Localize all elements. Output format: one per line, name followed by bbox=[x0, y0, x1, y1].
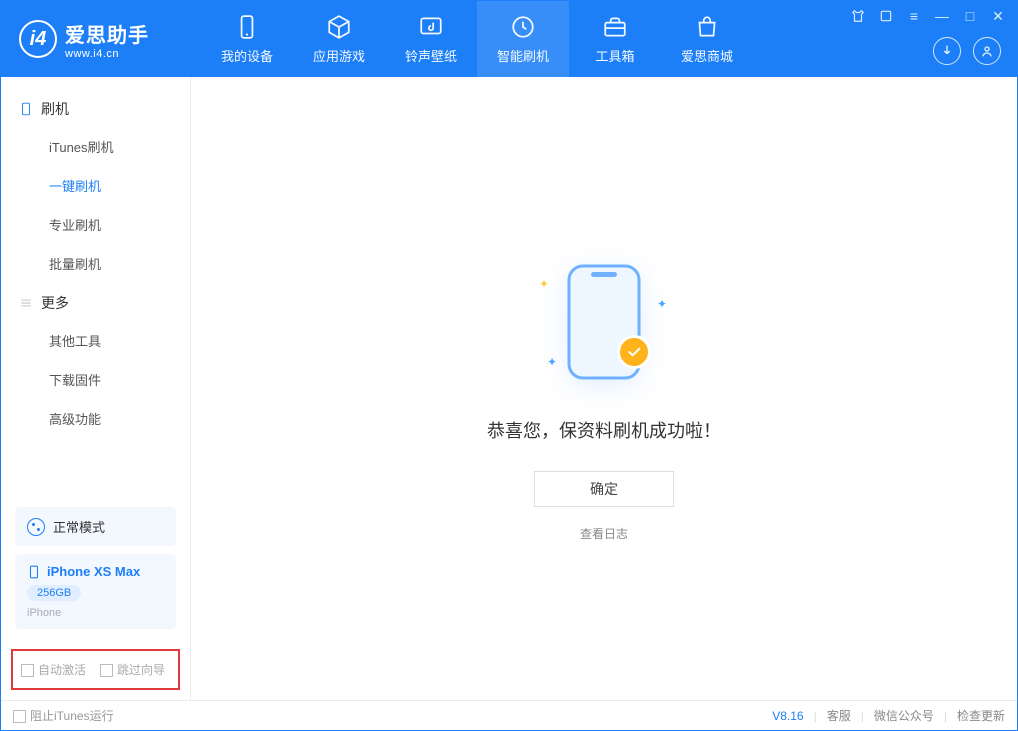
app-name: 爱思助手 bbox=[65, 19, 149, 48]
sparkle-icon: ✦ bbox=[539, 277, 549, 291]
sidebar: 刷机 iTunes刷机 一键刷机 专业刷机 批量刷机 更多 其他工具 下载固件 … bbox=[1, 77, 191, 700]
success-illustration: ✦ ✦ ✦ bbox=[549, 257, 659, 387]
nav-label: 铃声壁纸 bbox=[405, 46, 457, 65]
device-icon bbox=[234, 14, 260, 40]
phone-icon bbox=[27, 565, 41, 579]
sidebar-item-other-tools[interactable]: 其他工具 bbox=[1, 321, 190, 360]
block-itunes-checkbox[interactable]: 阻止iTunes运行 bbox=[13, 707, 114, 724]
phone-outline-icon bbox=[19, 102, 33, 116]
sidebar-item-batch-flash[interactable]: 批量刷机 bbox=[1, 244, 190, 283]
nav-ringtones-wallpapers[interactable]: 铃声壁纸 bbox=[385, 1, 477, 77]
device-type: iPhone bbox=[27, 607, 164, 619]
sidebar-item-download-firmware[interactable]: 下载固件 bbox=[1, 360, 190, 399]
ok-button[interactable]: 确定 bbox=[534, 471, 674, 507]
sidebar-section-flash: 刷机 bbox=[1, 89, 190, 127]
app-url: www.i4.cn bbox=[65, 48, 149, 60]
sparkle-icon: ✦ bbox=[547, 355, 557, 369]
main-nav: 我的设备 应用游戏 铃声壁纸 智能刷机 工具箱 爱思商城 bbox=[201, 1, 753, 77]
cube-icon bbox=[326, 14, 352, 40]
view-log-link[interactable]: 查看日志 bbox=[580, 525, 628, 542]
auto-activate-checkbox[interactable]: 自动激活 bbox=[21, 661, 86, 678]
skin-icon[interactable] bbox=[849, 7, 867, 25]
nav-label: 爱思商城 bbox=[681, 46, 733, 65]
music-note-icon bbox=[418, 14, 444, 40]
section-label: 刷机 bbox=[41, 99, 69, 119]
section-label: 更多 bbox=[41, 293, 69, 313]
nav-label: 智能刷机 bbox=[497, 46, 549, 65]
menu-icon[interactable]: ≡ bbox=[905, 7, 923, 25]
sidebar-item-advanced[interactable]: 高级功能 bbox=[1, 399, 190, 438]
feedback-icon[interactable] bbox=[877, 7, 895, 25]
sidebar-item-pro-flash[interactable]: 专业刷机 bbox=[1, 205, 190, 244]
mode-label: 正常模式 bbox=[53, 517, 105, 536]
maximize-button[interactable]: □ bbox=[961, 7, 979, 25]
nav-my-device[interactable]: 我的设备 bbox=[201, 1, 293, 77]
toolbox-icon bbox=[602, 14, 628, 40]
close-button[interactable]: ✕ bbox=[989, 7, 1007, 25]
mode-icon bbox=[27, 518, 45, 536]
logo-icon: i4 bbox=[19, 20, 57, 58]
nav-store[interactable]: 爱思商城 bbox=[661, 1, 753, 77]
check-update-link[interactable]: 检查更新 bbox=[957, 707, 1005, 724]
header: i4 爱思助手 www.i4.cn 我的设备 应用游戏 铃声壁纸 智能刷机 工具… bbox=[1, 1, 1017, 77]
version-label: V8.16 bbox=[772, 709, 803, 723]
user-button[interactable] bbox=[973, 37, 1001, 65]
check-badge-icon bbox=[617, 335, 651, 369]
minimize-button[interactable]: — bbox=[933, 7, 951, 25]
footer: 阻止iTunes运行 V8.16 | 客服 | 微信公众号 | 检查更新 bbox=[1, 700, 1017, 730]
device-info-card[interactable]: iPhone XS Max 256GB iPhone bbox=[15, 554, 176, 629]
main-content: ✦ ✦ ✦ 恭喜您，保资料刷机成功啦！ 确定 查看日志 bbox=[191, 77, 1017, 700]
window-controls: ≡ — □ ✕ bbox=[849, 7, 1007, 25]
refresh-icon bbox=[510, 14, 536, 40]
highlighted-checkbox-area: 自动激活 跳过向导 bbox=[11, 649, 180, 690]
device-name: iPhone XS Max bbox=[47, 564, 140, 579]
sidebar-item-itunes-flash[interactable]: iTunes刷机 bbox=[1, 127, 190, 166]
more-icon bbox=[19, 296, 33, 310]
download-button[interactable] bbox=[933, 37, 961, 65]
sparkle-icon: ✦ bbox=[657, 297, 667, 311]
device-mode-card[interactable]: 正常模式 bbox=[15, 507, 176, 546]
nav-label: 工具箱 bbox=[595, 46, 634, 65]
nav-toolbox[interactable]: 工具箱 bbox=[569, 1, 661, 77]
device-capacity: 256GB bbox=[27, 585, 81, 601]
nav-apps-games[interactable]: 应用游戏 bbox=[293, 1, 385, 77]
sidebar-item-one-click-flash[interactable]: 一键刷机 bbox=[1, 166, 190, 205]
support-link[interactable]: 客服 bbox=[827, 707, 851, 724]
logo-area[interactable]: i4 爱思助手 www.i4.cn bbox=[1, 19, 201, 60]
wechat-link[interactable]: 微信公众号 bbox=[874, 707, 934, 724]
success-message: 恭喜您，保资料刷机成功啦！ bbox=[487, 417, 721, 443]
header-right-actions bbox=[933, 37, 1001, 65]
sidebar-section-more: 更多 bbox=[1, 283, 190, 321]
skip-guide-checkbox[interactable]: 跳过向导 bbox=[100, 661, 165, 678]
nav-smart-flash[interactable]: 智能刷机 bbox=[477, 1, 569, 77]
bag-icon bbox=[694, 14, 720, 40]
nav-label: 应用游戏 bbox=[313, 46, 365, 65]
nav-label: 我的设备 bbox=[221, 46, 273, 65]
